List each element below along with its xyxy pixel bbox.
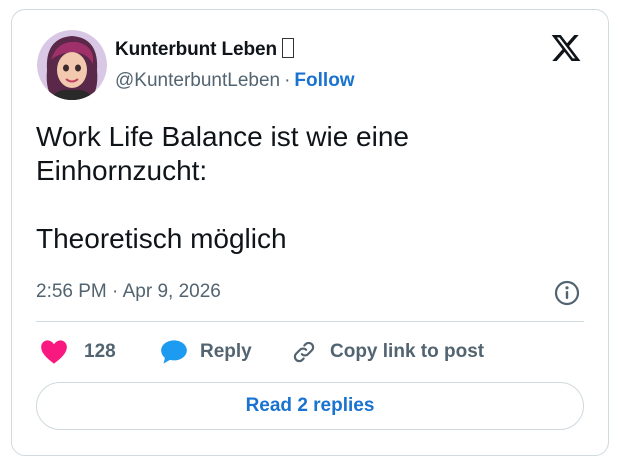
copy-link-label: Copy link to post: [330, 341, 485, 362]
author-name[interactable]: Kunterbunt Leben: [115, 38, 294, 61]
tweet-timestamp[interactable]: 2:56 PM · Apr 9, 2026: [36, 281, 221, 303]
copy-link-button[interactable]: Copy link to post: [290, 338, 484, 366]
link-icon: [293, 341, 315, 363]
name-emoji-icon: [282, 38, 294, 58]
follow-link[interactable]: Follow: [294, 70, 354, 91]
reply-label: Reply: [200, 341, 252, 362]
speech-bubble-icon: [161, 340, 187, 364]
read-replies-label: Read 2 replies: [245, 395, 375, 416]
like-button[interactable]: 128: [40, 338, 116, 366]
x-logo-icon[interactable]: [550, 32, 582, 64]
reply-button[interactable]: Reply: [160, 338, 252, 366]
author-handle-line: @KunterbuntLeben · Follow: [115, 70, 355, 92]
like-count: 128: [84, 341, 116, 362]
author-handle[interactable]: @KunterbuntLeben: [115, 70, 280, 91]
separator-dot: ·: [284, 70, 291, 91]
tweet-text: Work Life Balance ist wie eine Einhornzu…: [36, 121, 409, 254]
divider: [36, 321, 584, 322]
author-display-name: Kunterbunt Leben: [115, 39, 277, 60]
heart-icon: [41, 340, 67, 364]
read-replies-button[interactable]: Read 2 replies: [36, 382, 584, 430]
avatar[interactable]: [37, 30, 107, 100]
info-icon[interactable]: [553, 279, 581, 307]
